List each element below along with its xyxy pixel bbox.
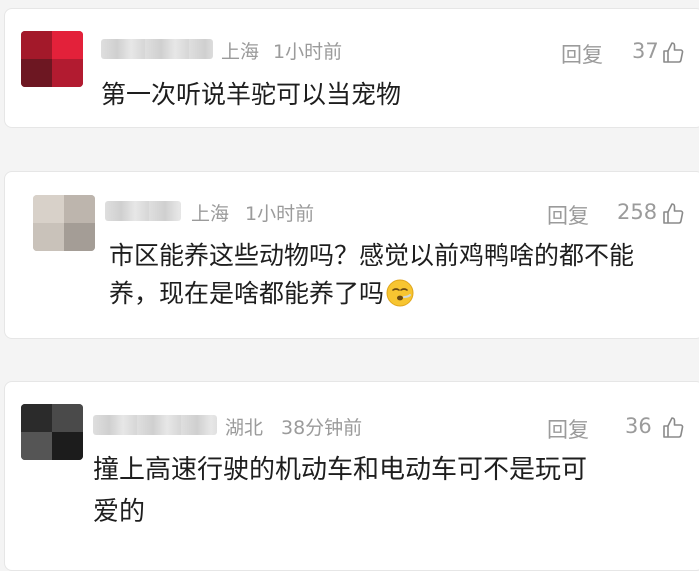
comment-location: 湖北 (225, 417, 264, 439)
comment-text-line-2: 养，现在是啥都能养了吗 (109, 276, 414, 312)
username-blurred[interactable] (101, 39, 213, 59)
comment-card-2: 上海 1小时前 回复 258 市区能养这些动物吗？感觉以前鸡鸭啥的都不能 养，现… (4, 171, 699, 339)
thumbs-up-icon[interactable] (661, 202, 685, 226)
thumbs-up-icon[interactable] (661, 416, 685, 440)
comment-text-line-1: 市区能养这些动物吗？感觉以前鸡鸭啥的都不能 (109, 241, 635, 270)
comment-text-line-2: 爱的 (93, 497, 146, 527)
comment-time: 1小时前 (245, 203, 315, 225)
face-exhaling-emoji-icon (386, 279, 414, 307)
comment-card-3: 湖北 38分钟前 回复 36 撞上高速行驶的机动车和电动车可不是玩可 爱的 (4, 381, 699, 571)
avatar[interactable] (21, 31, 83, 87)
comment-text-line-2-content: 养，现在是啥都能养了吗 (109, 279, 385, 308)
comment-time: 1小时前 (273, 41, 343, 63)
comment-time: 38分钟前 (281, 417, 363, 439)
comment-location: 上海 (221, 41, 260, 63)
comment-location: 上海 (191, 203, 230, 225)
comment-text-line-1: 撞上高速行驶的机动车和电动车可不是玩可 (93, 455, 588, 485)
username-blurred[interactable] (93, 415, 217, 435)
avatar[interactable] (21, 404, 83, 460)
reply-button[interactable]: 回复 (547, 414, 589, 444)
thumbs-up-icon[interactable] (661, 41, 685, 65)
like-count: 37 (632, 39, 659, 63)
like-count: 258 (617, 200, 658, 224)
reply-button[interactable]: 回复 (547, 200, 589, 230)
avatar[interactable] (33, 195, 95, 251)
like-count: 36 (625, 414, 652, 438)
comment-card-1: 上海 1小时前 回复 37 第一次听说羊驼可以当宠物 (4, 8, 699, 128)
comment-text: 第一次听说羊驼可以当宠物 (101, 80, 402, 109)
username-blurred[interactable] (105, 201, 181, 221)
reply-button[interactable]: 回复 (561, 39, 603, 69)
